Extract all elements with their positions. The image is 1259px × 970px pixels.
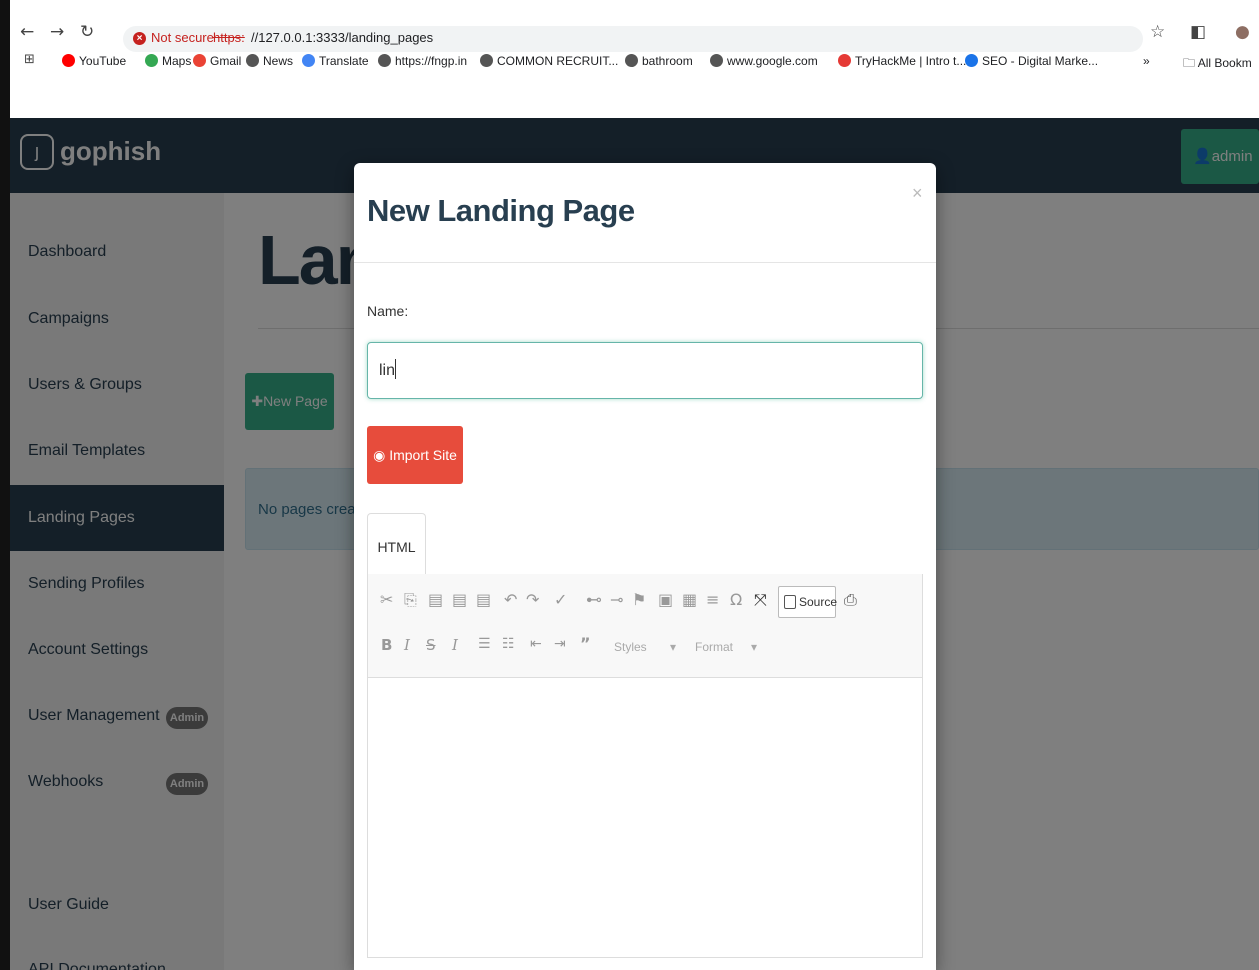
profile-avatar-icon[interactable]: ● bbox=[1235, 22, 1250, 42]
bookmark-label: Gmail bbox=[210, 54, 242, 68]
image-icon[interactable]: ▣ bbox=[658, 590, 673, 609]
link-icon[interactable]: ⊷ bbox=[586, 590, 602, 609]
bookmark-item[interactable]: SEO - Digital Marke... bbox=[965, 54, 1098, 68]
warning-icon: × bbox=[133, 32, 146, 45]
format-dropdown[interactable]: Format bbox=[695, 640, 733, 654]
bookmark-label: COMMON RECRUIT... bbox=[497, 54, 619, 68]
remove-format-icon[interactable]: I bbox=[452, 636, 458, 654]
new-landing-page-modal: New Landing Page × Name: lin ◉ Import Si… bbox=[354, 163, 936, 970]
bookmark-item[interactable]: Maps bbox=[145, 54, 191, 68]
folder-icon: 🗀 bbox=[1183, 56, 1196, 70]
copy-icon[interactable]: ⎘ bbox=[404, 590, 417, 610]
name-label: Name: bbox=[367, 303, 409, 319]
indent-icon[interactable]: ⇥ bbox=[554, 636, 566, 652]
source-button[interactable]: Source bbox=[778, 586, 838, 618]
bookmark-favicon-icon bbox=[838, 54, 851, 67]
globe-icon: ◉ bbox=[373, 447, 386, 463]
bookmark-item[interactable]: Gmail bbox=[193, 54, 241, 68]
bookmark-item[interactable]: COMMON RECRUIT... bbox=[480, 54, 618, 68]
close-icon[interactable]: × bbox=[912, 183, 923, 204]
special-char-icon[interactable]: Ω bbox=[730, 590, 742, 609]
bookmark-item[interactable]: YouTube bbox=[62, 54, 126, 68]
redo-icon[interactable]: ↷ bbox=[526, 590, 539, 609]
modal-header-divider bbox=[354, 262, 936, 263]
bookmark-favicon-icon bbox=[480, 54, 493, 67]
bookmark-favicon-icon bbox=[302, 54, 315, 67]
bookmark-favicon-icon bbox=[965, 54, 978, 67]
tab-html[interactable]: HTML bbox=[367, 513, 426, 575]
modal-title: New Landing Page bbox=[367, 193, 635, 228]
html-editor-area[interactable] bbox=[367, 678, 923, 958]
paste-text-icon[interactable]: ▤ bbox=[452, 590, 467, 609]
import-site-button[interactable]: ◉ Import Site bbox=[367, 426, 463, 484]
bookmark-label: https://fngp.in bbox=[395, 54, 468, 68]
bookmark-favicon-icon bbox=[193, 54, 206, 67]
cut-icon[interactable]: ✂ bbox=[380, 590, 393, 609]
all-bookmarks-label: All Bookm bbox=[1197, 56, 1252, 70]
screen-edge bbox=[0, 0, 10, 970]
bookmark-item[interactable]: Translate bbox=[302, 54, 369, 68]
screenshot-root: ← → ↻ × Not secure https: //127.0.0.1:33… bbox=[0, 0, 1259, 970]
styles-dropdown[interactable]: Styles bbox=[614, 640, 647, 654]
numbered-list-icon[interactable]: ☰ bbox=[478, 636, 491, 652]
reload-icon[interactable]: ↻ bbox=[80, 22, 94, 42]
bookmark-favicon-icon bbox=[62, 54, 75, 67]
bookmark-label: Maps bbox=[162, 54, 192, 68]
preview-icon[interactable]: ⎙ bbox=[844, 590, 857, 610]
anchor-flag-icon[interactable]: ⚑ bbox=[632, 590, 646, 609]
apps-grid-icon[interactable]: ⊞ bbox=[24, 52, 35, 67]
undo-icon[interactable]: ↶ bbox=[504, 590, 517, 609]
paste-icon[interactable]: ▤ bbox=[428, 590, 443, 609]
bookmark-label: News bbox=[263, 54, 294, 68]
forward-icon[interactable]: → bbox=[50, 22, 64, 42]
outdent-icon[interactable]: ⇤ bbox=[530, 636, 542, 652]
maximize-icon[interactable]: ⤧ bbox=[754, 590, 767, 610]
bookmark-label: bathroom bbox=[642, 54, 693, 68]
star-icon[interactable]: ☆ bbox=[1150, 22, 1165, 42]
text-cursor bbox=[395, 359, 397, 379]
bookmark-favicon-icon bbox=[625, 54, 638, 67]
strike-icon[interactable]: S bbox=[426, 636, 436, 654]
bookmark-favicon-icon bbox=[378, 54, 391, 67]
address-bar[interactable]: × Not secure https: //127.0.0.1:3333/lan… bbox=[123, 26, 1143, 52]
back-icon[interactable]: ← bbox=[20, 22, 34, 42]
horizontal-line-icon[interactable]: ≡ bbox=[706, 590, 719, 609]
extensions-icon[interactable]: ◧ bbox=[1190, 22, 1206, 42]
bookmark-item[interactable]: www.google.com bbox=[710, 54, 818, 68]
source-icon bbox=[784, 595, 796, 609]
url-scheme: https: bbox=[213, 30, 245, 45]
bookmark-label: Translate bbox=[319, 54, 369, 68]
bookmark-favicon-icon bbox=[145, 54, 158, 67]
not-secure-label[interactable]: Not secure bbox=[151, 30, 214, 45]
bold-icon[interactable]: B bbox=[381, 636, 392, 654]
paste-word-icon[interactable]: ▤ bbox=[476, 590, 491, 609]
source-label: Source bbox=[799, 595, 838, 609]
format-chevron-icon[interactable]: ▾ bbox=[751, 640, 757, 654]
bookmark-label: www.google.com bbox=[727, 54, 818, 68]
url-path: //127.0.0.1:3333/landing_pages bbox=[251, 30, 434, 45]
more-bookmarks-icon[interactable]: » bbox=[1143, 54, 1150, 68]
bookmark-favicon-icon bbox=[710, 54, 723, 67]
editor-toolbar: ✂ ⎘ ▤ ▤ ▤ ↶ ↷ ✓ ⊷ ⊸ ⚑ ▣ ▦ ≡ Ω ⤧ Source ⎙… bbox=[367, 574, 923, 678]
name-input[interactable]: lin bbox=[367, 342, 923, 399]
all-bookmarks[interactable]: 🗀 All Bookm bbox=[1183, 54, 1252, 75]
browser-toolbar: ← → ↻ × Not secure https: //127.0.0.1:33… bbox=[10, 10, 1259, 72]
bookmark-item[interactable]: TryHackMe | Intro t... bbox=[838, 54, 966, 68]
spellcheck-icon[interactable]: ✓ bbox=[554, 590, 567, 609]
name-input-value: lin bbox=[379, 362, 396, 379]
bookmark-label: YouTube bbox=[79, 54, 127, 68]
unlink-icon[interactable]: ⊸ bbox=[610, 590, 623, 609]
bullet-list-icon[interactable]: ☷ bbox=[502, 636, 515, 652]
bookmark-favicon-icon bbox=[246, 54, 259, 67]
table-icon[interactable]: ▦ bbox=[682, 590, 697, 609]
bookmark-item[interactable]: News bbox=[246, 54, 293, 68]
blockquote-icon[interactable]: ” bbox=[580, 634, 591, 653]
import-site-label: Import Site bbox=[389, 447, 457, 463]
bookmark-item[interactable]: https://fngp.in bbox=[378, 54, 467, 68]
bookmark-label: TryHackMe | Intro t... bbox=[855, 54, 967, 68]
styles-chevron-icon[interactable]: ▾ bbox=[670, 640, 676, 654]
italic-icon[interactable]: I bbox=[404, 636, 410, 654]
bookmark-label: SEO - Digital Marke... bbox=[982, 54, 1099, 68]
bookmark-item[interactable]: bathroom bbox=[625, 54, 693, 68]
